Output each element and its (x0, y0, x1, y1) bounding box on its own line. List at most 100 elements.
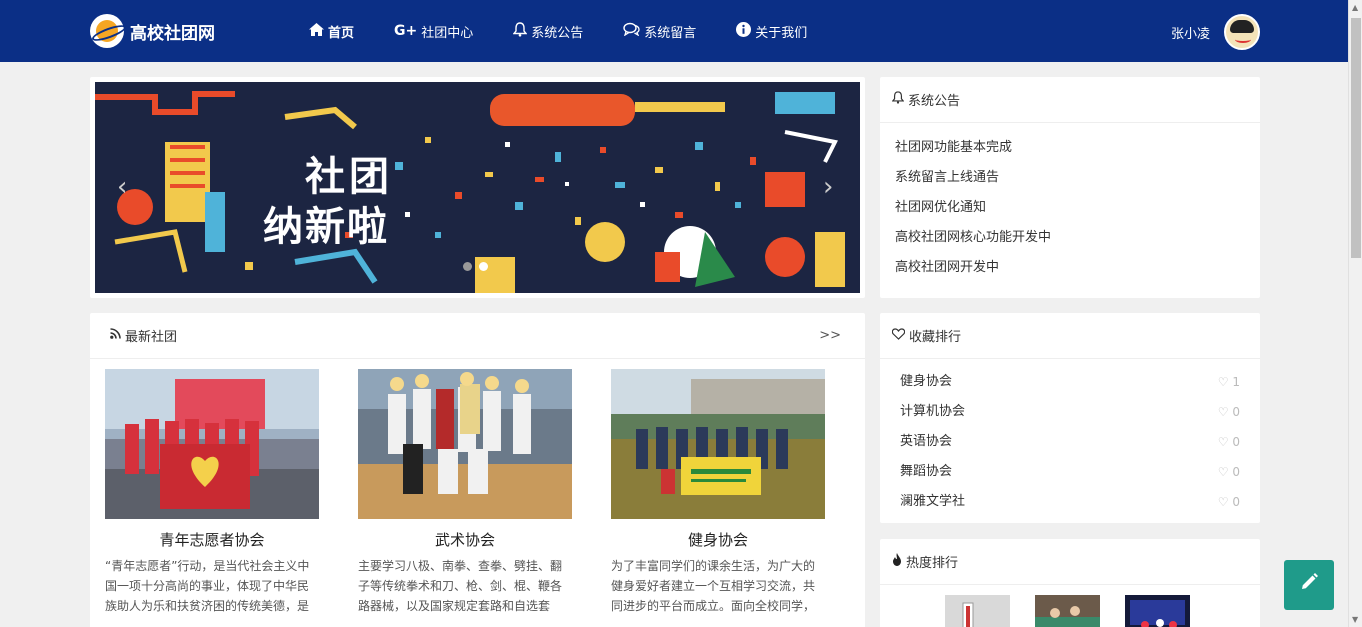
ranking-item[interactable]: 澜雅文学社 ♡ 0 (900, 487, 1240, 517)
nav-club-center-label: 社团中心 (421, 25, 474, 41)
nav-about-label: 关于我们 (755, 25, 808, 41)
latest-clubs-panel: 最新社团 >> 青年志愿者协会 “青年志愿者”行动，是当代社会主义中国一项十分高… (90, 313, 865, 627)
announcement-item[interactable]: 系统留言上线通告 (895, 163, 1260, 193)
banner-headline-line2: 纳新啦 (263, 204, 389, 250)
banner-card: 社团 纳新啦 ‹ › (90, 77, 865, 298)
club-description: 为了丰富同学们的课余生活，为广大的健身爱好者建立一个互相学习交流，共同进步的平台… (611, 559, 816, 613)
heart-outline-icon: ♡ (1217, 465, 1229, 479)
favorites-list: 健身协会 ♡ 1 计算机协会 ♡ 0 英语协会 ♡ 0 舞蹈协会 ♡ 0 澜雅文… (880, 359, 1260, 517)
popularity-thumbnails (945, 595, 1215, 627)
nav-announcements[interactable]: 系统公告 (512, 21, 584, 41)
club-photo[interactable] (611, 369, 825, 519)
announcements-header: 系统公告 (880, 77, 1260, 123)
club-photo[interactable] (358, 369, 572, 519)
club-card: 青年志愿者协会 “青年志愿者”行动，是当代社会主义中国一项十分高尚的事业，体现了… (105, 369, 319, 616)
nav-messages-label: 系统留言 (644, 25, 697, 41)
heart-outline-icon: ♡ (1217, 495, 1229, 509)
planet-logo-icon (90, 14, 124, 48)
club-thumbnail[interactable] (945, 595, 1010, 627)
bell-icon (512, 21, 528, 41)
favorites-ranking-title: 收藏排行 (909, 330, 962, 345)
page-scrollbar[interactable]: ▲ ▼ (1348, 0, 1362, 627)
club-photo[interactable] (105, 369, 319, 519)
popularity-ranking-header: 热度排行 (880, 539, 1260, 585)
club-thumbnail[interactable] (1125, 595, 1190, 627)
favorite-count-value: 1 (1232, 375, 1240, 389)
favorite-count-value: 0 (1232, 405, 1240, 419)
banner-carousel[interactable]: 社团 纳新啦 ‹ › (95, 82, 860, 293)
scroll-up-arrow-icon[interactable]: ▲ (1352, 3, 1358, 12)
info-icon (736, 21, 752, 41)
nav-home[interactable]: 首页 (309, 22, 354, 41)
latest-clubs-header: 最新社团 >> (90, 313, 865, 359)
nav-about[interactable]: 关于我们 (736, 21, 808, 41)
carousel-prev-button[interactable]: ‹ (117, 172, 127, 202)
club-card: 健身协会 为了丰富同学们的课余生活，为广大的健身爱好者建立一个互相学习交流，共同… (611, 369, 825, 616)
ranking-club-name: 计算机协会 (900, 404, 966, 419)
popularity-ranking-panel: 热度排行 (880, 539, 1260, 627)
scrollbar-thumb[interactable] (1351, 18, 1361, 258)
comments-icon (623, 22, 640, 40)
announcements-title: 系统公告 (908, 94, 961, 109)
heart-icon (891, 327, 906, 344)
user-menu[interactable]: 张小凌 (1171, 14, 1260, 50)
carousel-indicators (463, 262, 495, 271)
club-card: 武术协会 主要学习八极、南拳、查拳、劈挂、翻子等传统拳术和刀、枪、剑、棍、鞭各路… (358, 369, 572, 616)
favorite-count: ♡ 0 (1218, 397, 1240, 427)
write-message-button[interactable] (1284, 560, 1334, 610)
avatar[interactable] (1224, 14, 1260, 50)
announcements-list: 社团网功能基本完成 系统留言上线通告 社团网优化通知 高校社团网核心功能开发中 … (880, 123, 1260, 283)
rss-icon (110, 328, 121, 343)
ranking-item[interactable]: 健身协会 ♡ 1 (900, 367, 1240, 397)
main-nav: 首页 G+ 社团中心 系统公告 系统留言 关于我们 (309, 0, 847, 62)
favorite-count-value: 0 (1232, 495, 1240, 509)
nav-home-label: 首页 (328, 25, 355, 41)
announcement-item[interactable]: 高校社团网核心功能开发中 (895, 223, 1260, 253)
favorite-count-value: 0 (1232, 465, 1240, 479)
heart-outline-icon: ♡ (1217, 435, 1229, 449)
bell-icon (891, 91, 905, 108)
heart-outline-icon: ♡ (1217, 405, 1229, 419)
pencil-icon (1299, 572, 1319, 598)
carousel-dot[interactable] (463, 262, 472, 271)
announcement-item[interactable]: 高校社团网开发中 (895, 253, 1260, 283)
club-name[interactable]: 青年志愿者协会 (105, 529, 319, 550)
scroll-down-arrow-icon[interactable]: ▼ (1352, 615, 1358, 624)
popularity-ranking-title: 热度排行 (906, 556, 959, 571)
favorites-ranking-header: 收藏排行 (880, 313, 1260, 359)
club-description: 主要学习八极、南拳、查拳、劈挂、翻子等传统拳术和刀、枪、剑、棍、鞭各路器械，以及… (358, 559, 563, 613)
fire-icon (892, 553, 902, 570)
more-clubs-link[interactable]: >> (819, 328, 841, 343)
nav-club-center[interactable]: G+ 社团中心 (394, 22, 473, 41)
site-logo[interactable]: 高校社团网 (90, 14, 215, 48)
favorites-ranking-panel: 收藏排行 健身协会 ♡ 1 计算机协会 ♡ 0 英语协会 ♡ 0 舞蹈协会 ♡ … (880, 313, 1260, 523)
club-thumbnail[interactable] (1035, 595, 1100, 627)
ranking-club-name: 舞蹈协会 (900, 464, 953, 479)
favorite-count-value: 0 (1232, 435, 1240, 449)
ranking-item[interactable]: 英语协会 ♡ 0 (900, 427, 1240, 457)
ranking-club-name: 健身协会 (900, 374, 953, 389)
club-name[interactable]: 健身协会 (611, 529, 825, 550)
carousel-dot-active[interactable] (479, 262, 488, 271)
home-icon (309, 22, 324, 40)
favorite-count: ♡ 0 (1218, 487, 1240, 517)
announcements-panel: 系统公告 社团网功能基本完成 系统留言上线通告 社团网优化通知 高校社团网核心功… (880, 77, 1260, 298)
club-name[interactable]: 武术协会 (358, 529, 572, 550)
ranking-item[interactable]: 计算机协会 ♡ 0 (900, 397, 1240, 427)
ranking-item[interactable]: 舞蹈协会 ♡ 0 (900, 457, 1240, 487)
ranking-club-name: 澜雅文学社 (900, 494, 966, 509)
carousel-next-button[interactable]: › (823, 172, 833, 202)
top-navbar: 高校社团网 首页 G+ 社团中心 系统公告 系统留言 关于我们 张小凌 (0, 0, 1362, 62)
announcement-item[interactable]: 社团网功能基本完成 (895, 133, 1260, 163)
latest-clubs-title: 最新社团 (125, 330, 178, 345)
club-description: “青年志愿者”行动，是当代社会主义中国一项十分高尚的事业，体现了中华民族助人为乐… (105, 559, 310, 613)
nav-announcements-label: 系统公告 (531, 25, 584, 41)
nav-messages[interactable]: 系统留言 (623, 22, 696, 41)
heart-outline-icon: ♡ (1217, 375, 1229, 389)
announcement-item[interactable]: 社团网优化通知 (895, 193, 1260, 223)
site-title: 高校社团网 (130, 23, 215, 44)
favorite-count: ♡ 0 (1218, 427, 1240, 457)
google-plus-icon: G+ (394, 23, 418, 39)
favorite-count: ♡ 0 (1218, 457, 1240, 487)
user-name[interactable]: 张小凌 (1171, 23, 1210, 42)
